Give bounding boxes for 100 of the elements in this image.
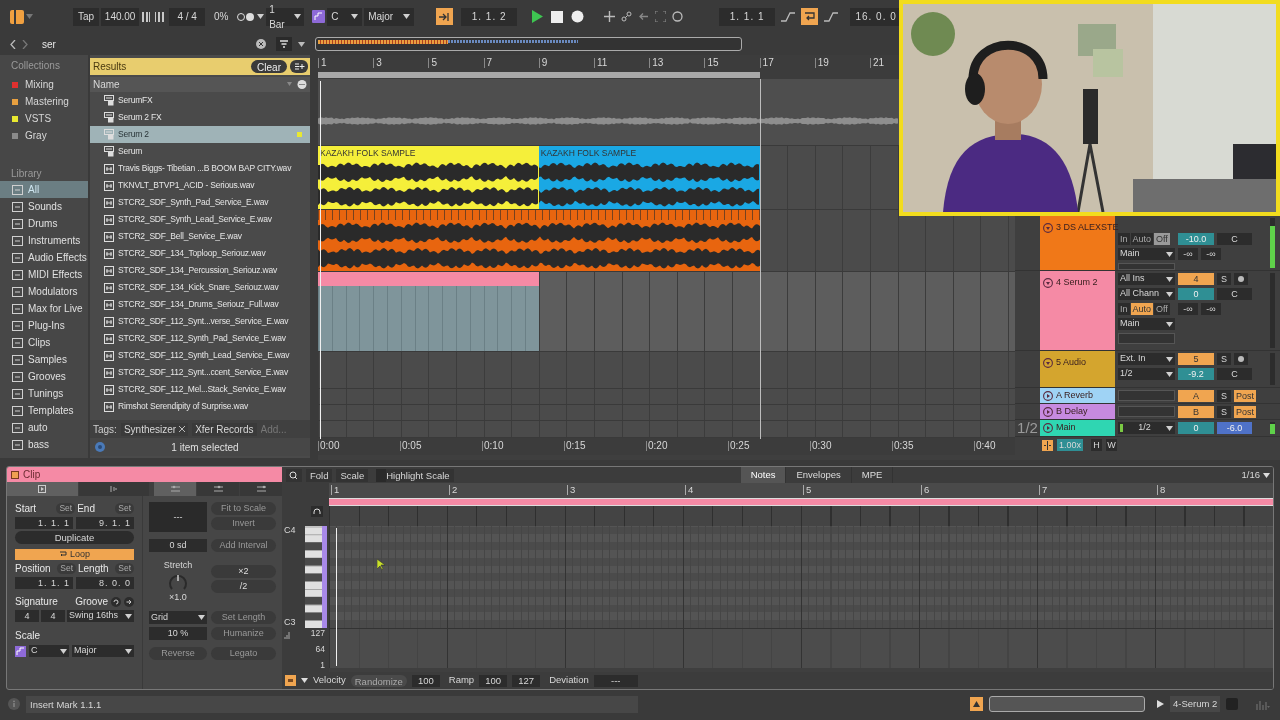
- key-dropdown[interactable]: C: [29, 645, 69, 657]
- loop-start-field[interactable]: 1. 1. 1: [719, 7, 776, 26]
- duplicate-button[interactable]: Duplicate: [15, 531, 134, 544]
- set-button[interactable]: Set: [115, 503, 134, 514]
- punch-out-icon[interactable]: [824, 10, 839, 23]
- text-field[interactable]: [1118, 390, 1175, 401]
- fold-icon[interactable]: [1043, 391, 1053, 401]
- volume-field[interactable]: -10.0: [1178, 233, 1214, 245]
- monitor-button[interactable]: In: [1118, 233, 1130, 245]
- monitor-button[interactable]: In: [1118, 303, 1130, 315]
- tap-button[interactable]: Tap: [73, 7, 100, 26]
- more-icon[interactable]: [287, 80, 307, 89]
- ramp-start-field[interactable]: 100: [479, 674, 508, 687]
- result-item[interactable]: TKNVLT_BTVP1_ACID - Serious.wav: [90, 177, 310, 194]
- result-item[interactable]: SerumFX: [90, 92, 310, 109]
- send-field[interactable]: -∞: [1178, 303, 1198, 315]
- result-item[interactable]: STCR2_SDF_Bell_Service_E.wav: [90, 228, 310, 245]
- result-item[interactable]: STCR2_SDF_112_Mel...Stack_Service_E.wav: [90, 381, 310, 398]
- denominator-field[interactable]: 4: [41, 610, 65, 622]
- punch-in-icon[interactable]: [781, 10, 796, 23]
- library-item[interactable]: Instruments: [0, 232, 88, 249]
- key-dropdown[interactable]: C: [327, 7, 363, 26]
- stretch-knob[interactable]: [168, 572, 188, 591]
- result-item[interactable]: STCR2_SDF_134_Kick_Snare_Seriouz.wav: [90, 279, 310, 296]
- interval-field[interactable]: 0 sd: [149, 539, 207, 552]
- library-item[interactable]: Audio Effects: [0, 249, 88, 266]
- send-field[interactable]: -∞: [1178, 248, 1198, 260]
- grid-dropdown[interactable]: Grid: [149, 611, 207, 624]
- add-icon[interactable]: [290, 60, 308, 73]
- length-field[interactable]: 8. 0. 0: [76, 577, 134, 589]
- groove-dropdown[interactable]: Swing 16ths: [67, 610, 134, 622]
- back-icon[interactable]: [10, 39, 16, 49]
- column-header[interactable]: Name: [90, 77, 310, 92]
- collection-item[interactable]: VSTS: [0, 110, 88, 127]
- library-item[interactable]: Templates: [0, 402, 88, 419]
- clip-tab[interactable]: [7, 482, 78, 496]
- set-button[interactable]: Set: [56, 503, 76, 514]
- monitor-button[interactable]: Auto: [1130, 303, 1154, 315]
- result-item[interactable]: STCR2_SDF_Synth_Lead_Service_E.wav: [90, 211, 310, 228]
- overview-bar[interactable]: [315, 37, 742, 51]
- channel-dropdown[interactable]: 1/2: [1118, 368, 1175, 380]
- circle-icon[interactable]: [672, 11, 684, 22]
- arm-button[interactable]: [1234, 353, 1248, 365]
- info-icon[interactable]: [8, 698, 20, 710]
- metronome-dots-icon[interactable]: [237, 11, 256, 22]
- channel-dropdown[interactable]: All Chann: [1118, 288, 1175, 300]
- track-header[interactable]: 4 Serum 2: [1040, 271, 1115, 350]
- forward-icon[interactable]: [22, 39, 28, 49]
- play-icon[interactable]: [1157, 700, 1164, 708]
- arm-button[interactable]: [1234, 273, 1248, 285]
- link-icon[interactable]: [621, 11, 633, 22]
- result-item[interactable]: Rimshot Serendipity of Surprise.wav: [90, 398, 310, 415]
- monitor-button[interactable]: Auto: [1130, 233, 1154, 245]
- remove-icon[interactable]: [179, 426, 186, 432]
- library-item[interactable]: Max for Live: [0, 300, 88, 317]
- result-item[interactable]: Travis Biggs- Tibetian ...B BOOM BAP CITY.wav: [90, 160, 310, 177]
- audio-clip[interactable]: KAZAKH FOLK SAMPLE: [538, 146, 760, 209]
- monitor-button[interactable]: Off: [1154, 233, 1170, 245]
- solo-button[interactable]: S: [1217, 353, 1231, 365]
- result-item[interactable]: STCR2_SDF_112_Synt...verse_Service_E.wav: [90, 313, 310, 330]
- arrow-icon[interactable]: [124, 596, 134, 607]
- text-field[interactable]: [1118, 333, 1175, 344]
- set-length-button[interactable]: Set Length: [211, 611, 276, 624]
- humanize-button[interactable]: Humanize: [211, 627, 276, 640]
- result-item[interactable]: STCR2_SDF_112_Synth_Pad_Service_E.wav: [90, 330, 310, 347]
- randomize-button[interactable]: Randomize: [350, 674, 407, 687]
- output-dropdown[interactable]: Main: [1118, 248, 1175, 260]
- reverse-button[interactable]: Reverse: [149, 647, 207, 660]
- track-header[interactable]: A Reverb: [1040, 388, 1115, 403]
- play-button[interactable]: [531, 10, 544, 23]
- panel-toggle-icon[interactable]: [10, 9, 24, 24]
- width-button[interactable]: W: [1106, 439, 1118, 451]
- fold-icon[interactable]: [1043, 407, 1053, 417]
- library-item[interactable]: MIDI Effects: [0, 266, 88, 283]
- record-button[interactable]: [571, 10, 585, 23]
- scale-dropdown[interactable]: Major: [364, 7, 415, 26]
- library-item[interactable]: Grooves: [0, 368, 88, 385]
- position-field[interactable]: 1. 1. 1: [15, 577, 73, 589]
- track-header[interactable]: 5 Audio: [1040, 351, 1115, 387]
- result-item[interactable]: STCR2_SDF_134_Toploop_Seriouz.wav: [90, 245, 310, 262]
- velocity-field[interactable]: 100: [411, 674, 440, 687]
- track-activator-button[interactable]: 4: [1178, 273, 1214, 285]
- pan-field[interactable]: C: [1217, 288, 1252, 300]
- filter-button[interactable]: [276, 37, 292, 51]
- lane-toggle-button[interactable]: [285, 675, 296, 686]
- audio-clip[interactable]: KAZAKH FOLK SAMPLE: [318, 146, 539, 209]
- add-interval-button[interactable]: Add Interval: [211, 539, 276, 552]
- humanize-amount-field[interactable]: 10 %: [149, 627, 207, 640]
- input-dropdown[interactable]: All Ins: [1118, 273, 1175, 285]
- volume-field[interactable]: 0: [1178, 288, 1214, 300]
- double-button[interactable]: ×2: [211, 565, 276, 578]
- transform-tab[interactable]: [154, 482, 197, 496]
- result-item[interactable]: Serum 2 FX: [90, 109, 310, 126]
- tag-chip[interactable]: Synthesizer: [120, 422, 189, 436]
- invert-button[interactable]: Invert: [211, 517, 276, 530]
- solo-button[interactable]: S: [1217, 273, 1231, 285]
- result-item[interactable]: Serum 2: [90, 126, 310, 143]
- time-signature-field[interactable]: 4 / 4: [169, 7, 206, 26]
- transform-tab[interactable]: [197, 482, 240, 496]
- fold-icon[interactable]: [1043, 278, 1053, 288]
